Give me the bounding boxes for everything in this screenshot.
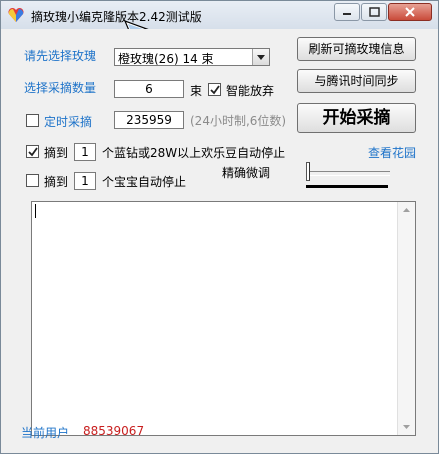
client-area: 请先选择玫瑰 橙玫瑰(26) 14 束 选择采摘数量 6 束 智能放弃 定时采摘… [1,29,438,453]
fine-tune-slider-underline [306,185,388,188]
stop1-suffix-label: 个蓝钻或28W以上欢乐豆自动停止 [102,146,286,160]
timed-pick-hint: (24小时制,6位数) [190,114,287,128]
pick-count-label: 选择采摘数量 [24,81,97,95]
fine-tune-slider-thumb[interactable] [306,162,310,181]
stop2-count-input[interactable]: 1 [74,172,96,190]
view-garden-link[interactable]: 查看花园 [368,144,416,161]
heart-logo-icon [8,7,24,22]
timed-pick-checkbox[interactable] [26,114,39,127]
checkmark-icon [210,85,220,95]
stop1-prefix-label: 摘到 [44,146,69,160]
window-title: 摘玫瑰小编克隆版本2.42测试版 [31,10,202,24]
smart-abandon-checkbox[interactable] [208,83,221,96]
fine-tune-slider-track[interactable] [306,171,390,176]
timed-pick-input[interactable]: 235959 [114,111,184,129]
stop-bluediamond-checkbox[interactable] [26,145,39,158]
current-user-label: 当前用户 [21,426,70,440]
fine-tune-label: 精确微调 [222,166,271,180]
minimize-button[interactable] [334,3,360,21]
checkmark-icon [28,147,38,157]
current-user-value: 88539067 [83,424,145,438]
timed-pick-label: 定时采摘 [44,115,93,129]
maximize-icon [369,7,380,17]
pick-count-input[interactable]: 6 [114,80,184,98]
maximize-button[interactable] [361,3,387,21]
log-output-area[interactable] [31,201,416,436]
log-vertical-scrollbar[interactable] [397,202,415,435]
scroll-up-arrow-icon[interactable] [398,202,415,219]
stop2-prefix-label: 摘到 [44,175,69,189]
app-window: 摘玫瑰小编克隆版本2.42测试版 请先选择玫瑰 橙玫瑰(26) 14 束 选择采… [0,0,439,454]
stop-baby-checkbox[interactable] [26,174,39,187]
refresh-roses-button[interactable]: 刷新可摘玫瑰信息 [297,37,416,61]
select-rose-label: 请先选择玫瑰 [24,49,97,63]
close-button[interactable] [388,3,432,21]
sync-time-button[interactable]: 与腾讯时间同步 [297,69,416,93]
scroll-down-arrow-icon[interactable] [398,418,415,435]
unit-bunch-label: 束 [190,84,203,98]
text-caret [35,204,36,218]
smart-abandon-label: 智能放弃 [226,84,275,98]
start-picking-button[interactable]: 开始采摘 [297,103,416,133]
close-icon [405,7,415,17]
minimize-icon [343,13,351,15]
rose-select[interactable]: 橙玫瑰(26) 14 束 [114,48,270,66]
rose-select-value: 橙玫瑰(26) 14 束 [118,52,214,66]
stop2-suffix-label: 个宝宝自动停止 [102,175,187,189]
title-bar: 摘玫瑰小编克隆版本2.42测试版 [1,1,438,29]
stop1-count-input[interactable]: 1 [74,143,96,161]
dropdown-arrow-icon[interactable] [252,49,269,65]
